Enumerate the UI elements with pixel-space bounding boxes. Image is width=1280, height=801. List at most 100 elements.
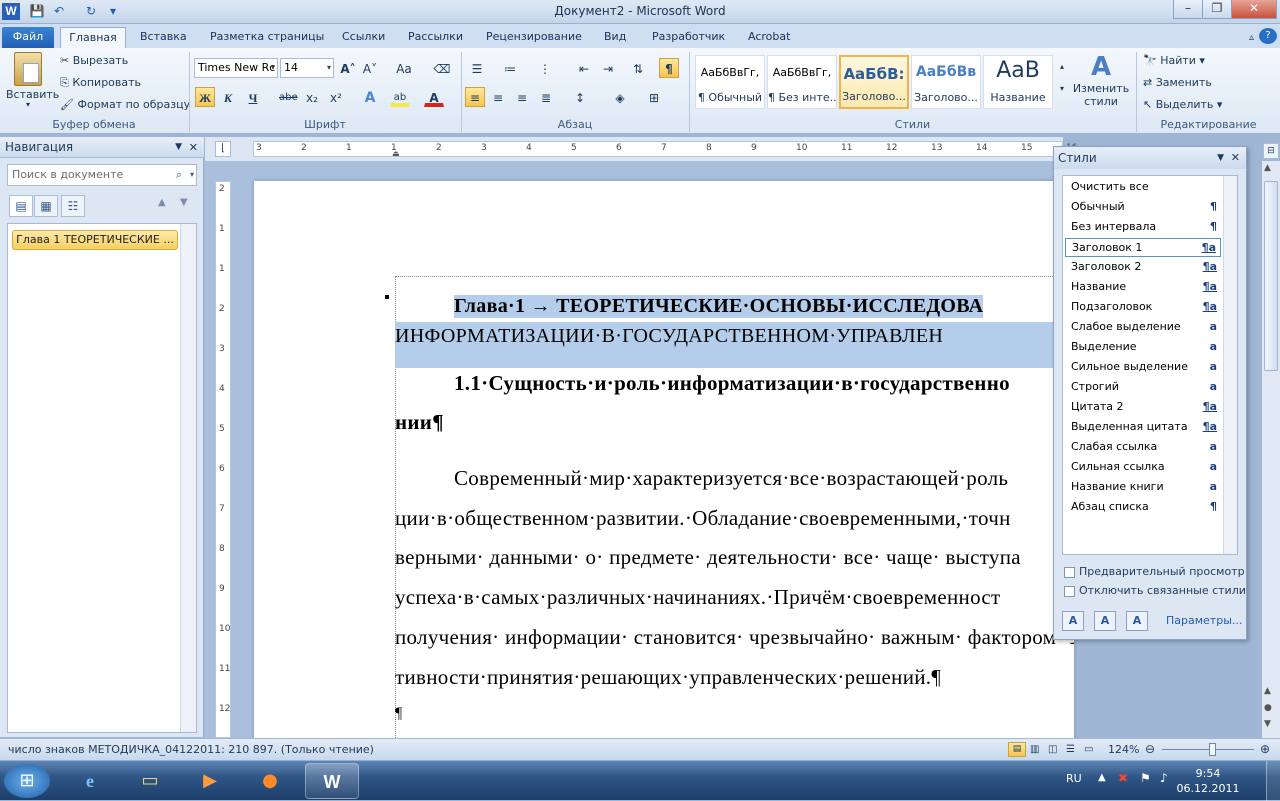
multilevel-list-icon[interactable]: ⋮ — [535, 58, 555, 78]
style-tile-normal[interactable]: АаБбВвГг, ¶ Обычный — [695, 55, 765, 109]
change-styles-button[interactable]: A Изменить стили — [1072, 52, 1130, 108]
media-player-icon[interactable]: ▶ — [183, 763, 237, 799]
style-item[interactable]: Заголовок 1 ¶a — [1065, 238, 1221, 257]
firefox-icon[interactable]: ● — [243, 763, 297, 799]
draft-icon[interactable]: ▭ — [1084, 739, 1093, 760]
cut-button[interactable]: ✂ Вырезать — [60, 53, 128, 69]
show-hidden-icons-icon[interactable]: ▲ — [1098, 772, 1106, 783]
tab-file[interactable]: Файл — [2, 27, 54, 48]
style-item[interactable]: Подзаголовок ¶a — [1065, 298, 1221, 317]
line-spacing-icon[interactable]: ↕ — [570, 87, 590, 107]
tab-page-layout[interactable]: Разметка страницы — [204, 27, 330, 48]
select-button[interactable]: ↖ Выделить ▾ — [1143, 97, 1222, 113]
help-icon[interactable]: ? — [1259, 28, 1277, 44]
document-page[interactable]: Глава·1 → ТЕОРЕТИЧЕСКИЕ·ОСНОВЫ·ИССЛЕДОВА… — [254, 181, 1074, 761]
style-item[interactable]: Обычный ¶ — [1065, 198, 1221, 217]
style-item[interactable]: Строгий a — [1065, 378, 1221, 397]
new-style-icon[interactable]: A — [1062, 611, 1084, 631]
headings-scrollbar[interactable] — [180, 224, 196, 732]
strikethrough-button[interactable]: abe — [278, 87, 298, 107]
numbering-icon[interactable]: ≔ — [500, 58, 520, 78]
italic-button[interactable]: К — [218, 87, 238, 107]
next-heading-icon[interactable]: ▼ — [180, 197, 188, 208]
close-pane-icon[interactable]: ✕ — [189, 137, 198, 158]
web-layout-icon[interactable]: ◫ — [1048, 739, 1057, 760]
heading-item-chapter-1[interactable]: Глава 1 ТЕОРЕТИЧЕСКИЕ ... — [12, 230, 178, 250]
style-item[interactable]: Абзац списка ¶ — [1065, 498, 1221, 517]
change-case-button[interactable]: Aa — [390, 58, 418, 78]
print-layout-icon[interactable]: ▤ — [1008, 742, 1026, 757]
volume-icon[interactable]: ♪ — [1160, 771, 1168, 785]
minimize-button[interactable]: – — [1173, 0, 1203, 19]
body-line[interactable]: ции·в·общественном·развитии.·Обладание·с… — [395, 506, 1011, 531]
close-button[interactable]: ✕ — [1231, 0, 1277, 19]
paste-button[interactable]: Вставить ▾ — [6, 52, 59, 110]
pane-menu-icon[interactable]: ▼ — [1217, 147, 1224, 169]
underline-button[interactable]: Ч — [243, 87, 263, 107]
increase-indent-icon[interactable]: ⇥ — [598, 58, 618, 78]
tab-developer[interactable]: Разработчик — [646, 27, 731, 48]
tab-mailings[interactable]: Рассылки — [402, 27, 469, 48]
justify-icon[interactable]: ≣ — [536, 87, 556, 107]
font-name-combo[interactable]: Times New Rc ▾ — [194, 58, 278, 78]
body-line[interactable]: получения· информации· становится· чрезв… — [395, 625, 1074, 650]
grow-font-button[interactable]: A˄ — [338, 58, 358, 78]
zoom-level[interactable]: 124% — [1108, 739, 1139, 760]
scroll-up-icon[interactable]: ▲ — [1264, 686, 1271, 696]
tab-home[interactable]: Главная — [60, 27, 126, 48]
search-icon[interactable]: ⌕ — [176, 165, 182, 185]
style-tile-heading-1[interactable]: АаБбВ: Заголово... — [839, 55, 909, 109]
language-indicator[interactable]: RU — [1066, 772, 1082, 785]
search-options-icon[interactable]: ▾ — [190, 165, 194, 185]
internet-explorer-icon[interactable]: e — [63, 763, 117, 799]
body-line[interactable]: верными· данными· о· предмете· деятельно… — [395, 545, 1021, 570]
shading-icon[interactable]: ◈ — [610, 87, 630, 107]
format-painter-button[interactable]: 🖌 Формат по образцу — [60, 97, 190, 113]
tab-insert[interactable]: Вставка — [134, 27, 193, 48]
style-item[interactable]: Выделение a — [1065, 338, 1221, 357]
word-taskbar-icon[interactable]: W — [305, 763, 359, 799]
bold-button[interactable]: Ж — [195, 87, 215, 107]
pane-menu-icon[interactable]: ▼ — [175, 137, 182, 158]
zoom-out-icon[interactable]: ⊖ — [1145, 739, 1155, 760]
tab-references[interactable]: Ссылки — [336, 27, 391, 48]
tab-view[interactable]: Вид — [598, 27, 632, 48]
horizontal-ruler[interactable]: 32112345678910111213141516 ⏏ — [253, 141, 1077, 158]
style-item[interactable]: Без интервала ¶ — [1065, 218, 1221, 237]
browse-results-tab-icon[interactable]: ☷ — [61, 195, 85, 217]
preview-checkbox[interactable] — [1064, 567, 1075, 578]
ribbon-minimize-icon[interactable]: ▵ — [1243, 28, 1260, 49]
search-document-input[interactable]: Поиск в документе ⌕ ▾ — [7, 164, 197, 186]
style-item[interactable]: Цитата 2 ¶a — [1065, 398, 1221, 417]
body-line[interactable]: Современный·мир·характеризуется·все·возр… — [454, 466, 1008, 491]
zoom-slider-thumb[interactable] — [1209, 743, 1216, 756]
tab-acrobat[interactable]: Acrobat — [742, 27, 796, 48]
text-effects-button[interactable]: A — [360, 87, 380, 107]
gallery-up-icon[interactable]: ▴ — [1055, 56, 1069, 78]
outline-icon[interactable]: ☰ — [1066, 739, 1075, 760]
highlight-button[interactable]: ab — [390, 87, 410, 107]
style-item[interactable]: Заголовок 2 ¶a — [1065, 258, 1221, 277]
align-right-icon[interactable]: ≡ — [512, 87, 532, 107]
clock[interactable]: 9:54 06.12.2011 — [1176, 766, 1240, 796]
show-desktop-button[interactable] — [1266, 761, 1280, 801]
shrink-font-button[interactable]: A˅ — [360, 58, 380, 78]
disable-linked-styles-checkbox[interactable] — [1064, 586, 1075, 597]
scroll-down-icon[interactable]: ▼ — [1264, 719, 1271, 729]
clear-formatting-icon[interactable]: ⌫ — [432, 58, 452, 78]
superscript-button[interactable]: x² — [326, 87, 346, 107]
full-screen-reading-icon[interactable]: ▥ — [1030, 739, 1039, 760]
style-item[interactable]: Выделенная цитата ¶a — [1065, 418, 1221, 437]
style-item[interactable]: Сильное выделение a — [1065, 358, 1221, 377]
browse-pages-tab-icon[interactable]: ▦ — [34, 195, 58, 217]
font-color-button[interactable]: A — [424, 87, 444, 107]
restore-button[interactable]: ❐ — [1202, 0, 1232, 19]
gallery-down-icon[interactable]: ▾ — [1055, 78, 1069, 100]
manage-styles-icon[interactable]: A — [1126, 611, 1148, 631]
style-item[interactable]: Очистить все — [1065, 178, 1221, 197]
show-formatting-marks-button[interactable]: ¶ — [659, 58, 679, 78]
start-button-icon[interactable]: ⊞ — [4, 764, 50, 798]
browse-headings-tab-icon[interactable]: ▤ — [9, 195, 33, 217]
subscript-button[interactable]: x₂ — [302, 87, 322, 107]
vertical-scrollbar[interactable]: ▲ ▲ ● ▼ — [1262, 161, 1280, 738]
